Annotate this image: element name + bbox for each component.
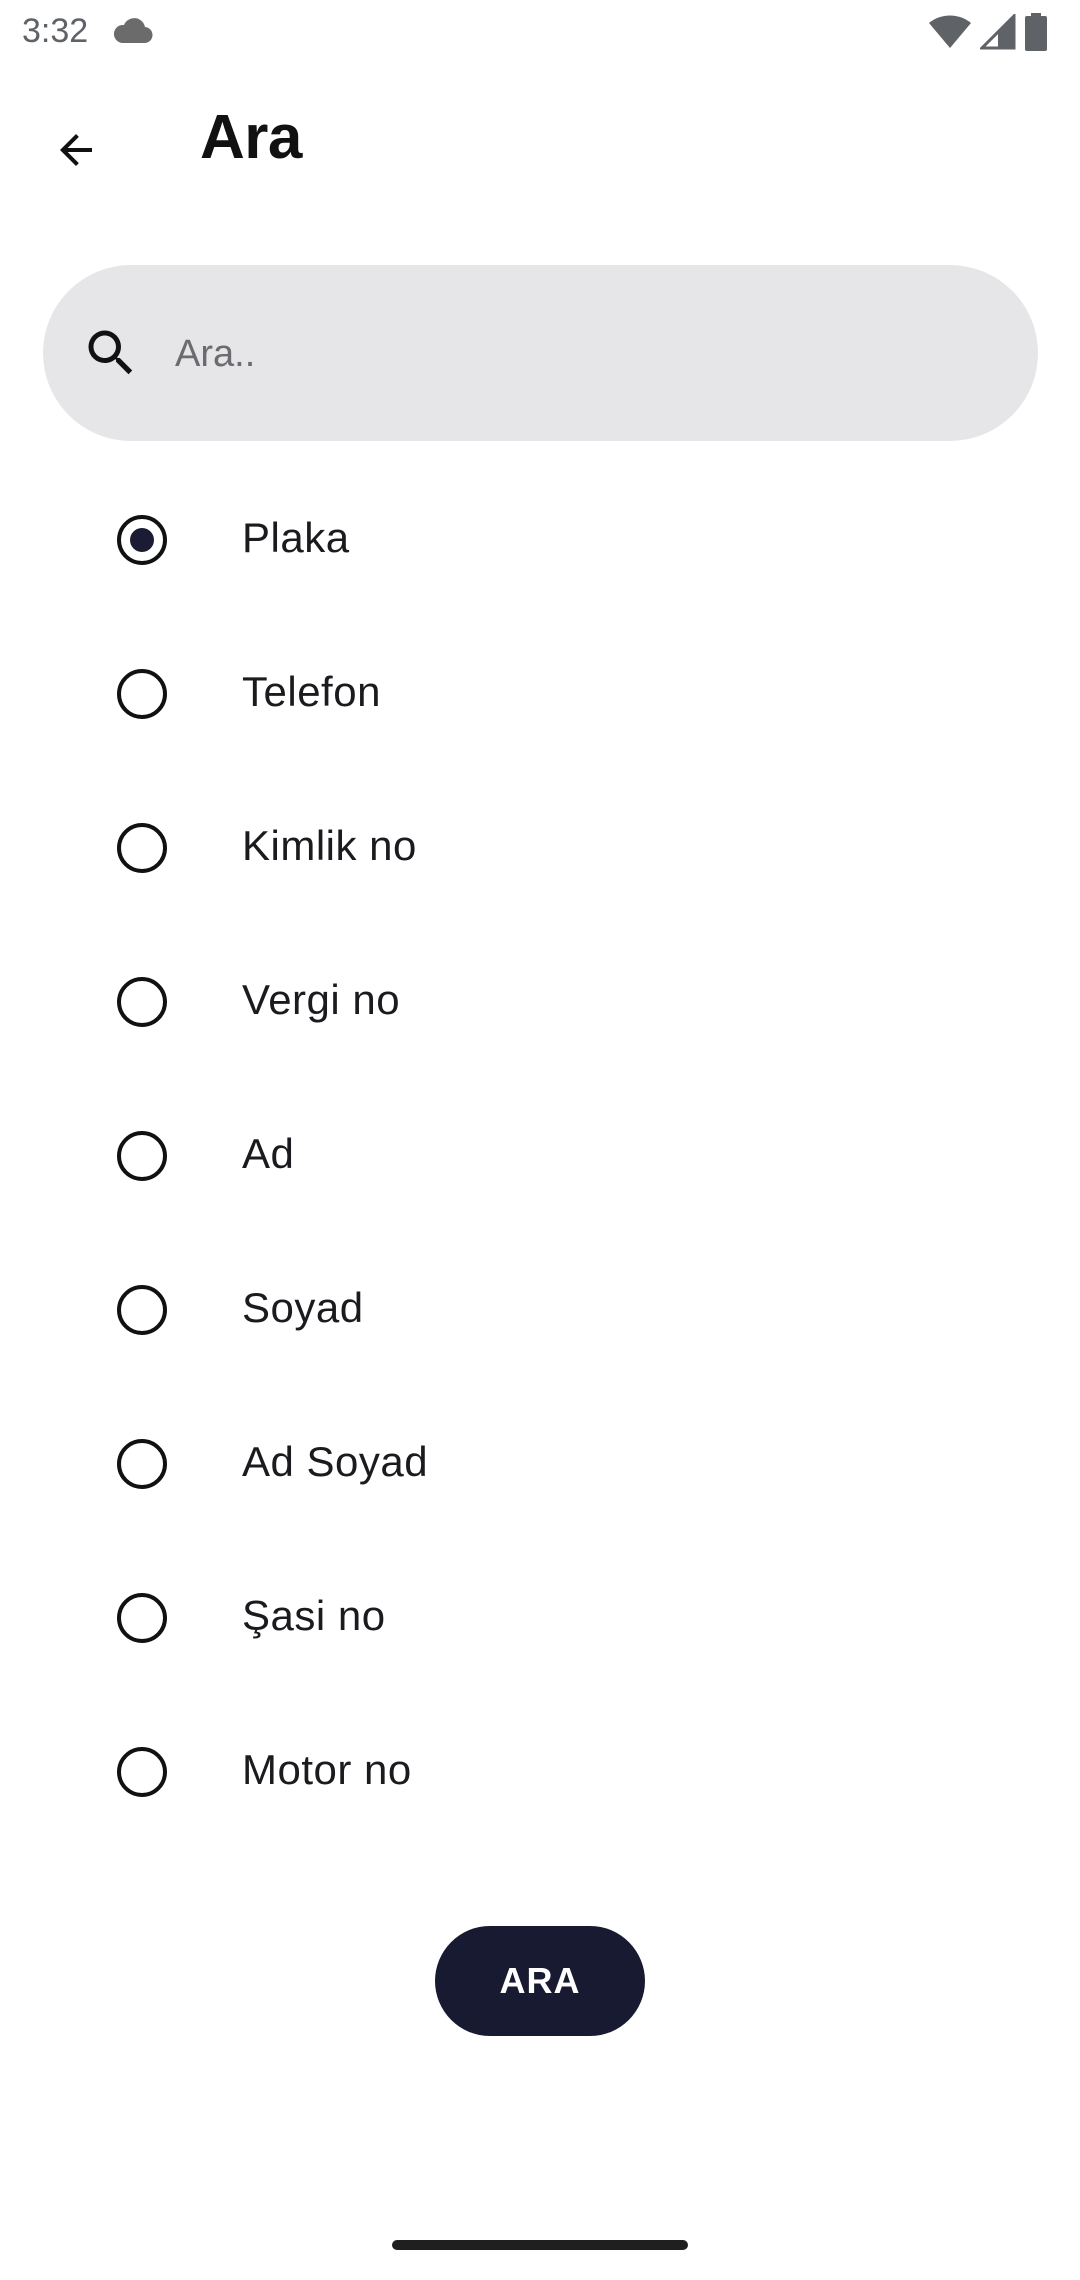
radio-button[interactable] [117, 1747, 167, 1797]
option-sasi-no[interactable]: Şasi no [0, 1541, 1080, 1695]
option-ad[interactable]: Ad [0, 1079, 1080, 1233]
option-label: Ad [242, 1130, 295, 1177]
option-label: Ad Soyad [242, 1438, 429, 1485]
radio-button[interactable] [117, 977, 167, 1027]
option-label: Vergi no [242, 976, 401, 1023]
option-motor-no[interactable]: Motor no [0, 1695, 1080, 1849]
radio-button[interactable] [117, 669, 167, 719]
radio-button[interactable] [117, 1439, 167, 1489]
search-icon [88, 330, 133, 375]
search-submit-button[interactable]: ARA [435, 1926, 645, 2036]
page-title: Ara [200, 103, 302, 172]
option-label: Kimlik no [242, 822, 417, 869]
radio-button[interactable] [117, 823, 167, 873]
home-indicator[interactable] [392, 2240, 688, 2250]
option-vergi-no[interactable]: Vergi no [0, 925, 1080, 1079]
back-button[interactable] [36, 110, 116, 190]
cloud-icon [113, 18, 153, 44]
status-icons [928, 13, 1048, 51]
status-time: 3:32 [22, 12, 89, 50]
search-input[interactable] [173, 305, 997, 403]
app-bar: Ara [0, 66, 1080, 222]
wifi-icon [929, 15, 971, 48]
status-bar: 3:32 [0, 0, 1080, 66]
radio-button-checked[interactable] [117, 515, 167, 565]
search-type-options: Plaka Telefon Kimlik no Vergi no Ad Soya… [0, 463, 1080, 1849]
arrow-back-icon [60, 134, 92, 166]
option-label: Şasi no [242, 1592, 386, 1639]
option-kimlik-no[interactable]: Kimlik no [0, 771, 1080, 925]
option-soyad[interactable]: Soyad [0, 1233, 1080, 1387]
option-ad-soyad[interactable]: Ad Soyad [0, 1387, 1080, 1541]
search-box[interactable] [43, 265, 1038, 441]
option-label: Motor no [242, 1746, 412, 1793]
battery-icon [1025, 13, 1047, 51]
radio-button[interactable] [117, 1131, 167, 1181]
option-label: Soyad [242, 1284, 364, 1331]
radio-button[interactable] [117, 1593, 167, 1643]
cell-signal-icon [980, 14, 1016, 50]
option-label: Plaka [242, 514, 350, 561]
option-plaka[interactable]: Plaka [0, 463, 1080, 617]
option-telefon[interactable]: Telefon [0, 617, 1080, 771]
option-label: Telefon [242, 668, 381, 715]
radio-button[interactable] [117, 1285, 167, 1335]
